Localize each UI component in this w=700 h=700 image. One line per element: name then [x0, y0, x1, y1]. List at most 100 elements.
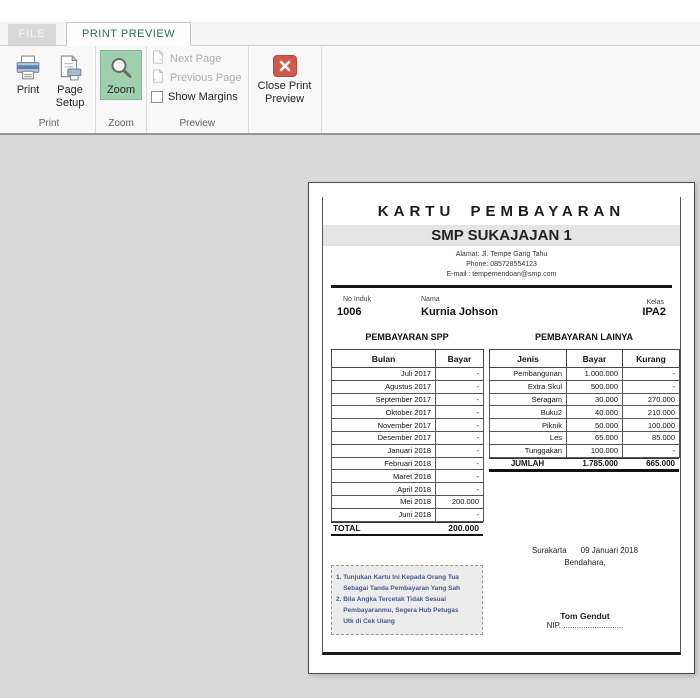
note-line: Utk di Cek Ulang	[336, 618, 395, 625]
table-cell: -	[622, 367, 680, 381]
titlebar	[0, 0, 700, 22]
school-contacts: Alamat: Jl. Tempe Gang Tahu Phone: 08572…	[323, 250, 680, 280]
table-cell: Mei 2018	[331, 494, 436, 509]
school-name: SMP SUKAJAJAN 1	[323, 225, 680, 246]
table-cell: Juni 2018	[331, 507, 436, 522]
section-lainya: PEMBAYARAN LAINYA	[534, 332, 634, 342]
table-cell: 50.000	[566, 418, 623, 432]
zoom-button[interactable]: Zoom	[100, 50, 142, 100]
table-row: Piknik 50.000 100.000	[489, 418, 680, 432]
tab-print-preview[interactable]: PRINT PREVIEW	[66, 22, 192, 46]
table-row: Les 65.000 85.000	[489, 430, 680, 445]
preview-group-label: Preview	[179, 118, 216, 129]
ribbon-tab-bar: FILE PRINT PREVIEW	[0, 22, 700, 46]
table-row: September 2017-	[331, 392, 484, 407]
table-cell: September 2017	[331, 392, 436, 407]
table-cell: 100.000	[622, 418, 680, 432]
table-cell: Maret 2018	[331, 469, 436, 484]
section-spp: PEMBAYARAN SPP	[365, 332, 449, 342]
close-print-preview-button[interactable]: Close Print Preview	[253, 50, 317, 109]
ribbon-group-close: Close Print Preview	[249, 46, 322, 133]
table-row: Maret 2018-	[331, 469, 484, 484]
note-line: 2. Bila Angka Tercetak Tidak Sesuai	[336, 596, 447, 603]
signature-block: Surakarta 09 Januari 2018 Bendahara, Tom …	[495, 546, 675, 630]
next-page-button[interactable]: Next Page	[151, 49, 242, 67]
no-induk-value: 1006	[337, 306, 362, 318]
print-preview-surface[interactable]: KARTU PEMBAYARAN SMP SUKAJAJAN 1 Alamat:…	[0, 134, 700, 698]
table-cell: -	[435, 507, 484, 522]
jumlah-kurang: 665.000	[646, 459, 675, 469]
table-cell: Februari 2018	[331, 456, 436, 471]
spp-total-value: 200.000	[448, 523, 479, 534]
table-row: Seragam 30.000 270.000	[489, 392, 680, 407]
show-margins-checkbox[interactable]	[151, 90, 163, 103]
ribbon-group-preview: Next Page Previous Page Show Margins Pre…	[147, 46, 249, 133]
table-cell: Extra Skul	[489, 379, 567, 394]
table-row: Juli 2017-	[331, 367, 484, 381]
print-group-content: Print Page Setup	[3, 46, 95, 117]
table-row: November 2017-	[331, 418, 484, 432]
tab-file[interactable]: FILE	[8, 24, 56, 45]
table-cell: 1.000.000	[566, 367, 623, 381]
table-cell: -	[435, 379, 484, 394]
table-row: Desember 2017-	[331, 430, 484, 445]
document-title: KARTU PEMBAYARAN	[377, 203, 626, 220]
next-page-icon	[151, 49, 165, 67]
close-print-preview-label: Close Print Preview	[257, 80, 312, 105]
signature-city: Surakarta	[531, 546, 567, 555]
payment-card: KARTU PEMBAYARAN SMP SUKAJAJAN 1 Alamat:…	[322, 197, 681, 655]
signature-nip: NIP. ...........................	[546, 621, 624, 630]
table-cell: Desember 2017	[331, 430, 436, 445]
previous-page-button[interactable]: Previous Page	[151, 68, 242, 86]
table-cell: Les	[489, 430, 567, 445]
print-button[interactable]: Print	[7, 50, 49, 100]
show-margins-label: Show Margins	[168, 90, 238, 103]
table-row: Februari 2018-	[331, 456, 484, 471]
preview-group-content: Next Page Previous Page Show Margins	[147, 46, 248, 117]
school-email: E-mail : tempemendoan@smp.com	[446, 271, 557, 278]
close-group-content: Close Print Preview	[249, 46, 321, 117]
table-cell: -	[435, 469, 484, 484]
zoom-group-label: Zoom	[108, 118, 134, 129]
no-induk-label: No Induk	[343, 296, 372, 303]
table-row: Pembangunan 1.000.000-	[489, 367, 680, 381]
magnifier-icon	[108, 55, 134, 81]
print-group-label: Print	[38, 118, 60, 129]
table-cell: Oktober 2017	[331, 405, 436, 420]
spp-header-bayar: Bayar	[435, 349, 484, 368]
zoom-button-label: Zoom	[106, 84, 136, 96]
previous-page-icon	[151, 68, 165, 86]
lainya-header-kurang: Kurang	[622, 349, 680, 368]
lainya-jumlah-row: JUMLAH 1.785.000 665.000	[489, 457, 679, 472]
document-page[interactable]: KARTU PEMBAYARAN SMP SUKAJAJAN 1 Alamat:…	[308, 182, 695, 674]
printer-icon	[15, 55, 41, 81]
page-setup-button[interactable]: Page Setup	[49, 50, 91, 113]
table-cell: Piknik	[489, 418, 567, 432]
table-cell: -	[435, 367, 484, 381]
next-page-label: Next Page	[170, 52, 222, 65]
table-cell: Januari 2018	[331, 443, 436, 458]
table-row: Mei 2018 200.000	[331, 494, 484, 509]
table-cell: -	[435, 430, 484, 445]
table-cell: 500.000	[566, 379, 623, 394]
print-button-label: Print	[16, 84, 40, 96]
previous-page-label: Previous Page	[170, 71, 242, 84]
table-row: Agustus 2017-	[331, 379, 484, 394]
school-phone: Phone: 085728554123	[466, 261, 537, 268]
table-cell: -	[435, 418, 484, 432]
lainya-header-bayar: Bayar	[566, 349, 623, 368]
table-cell: 210.000	[622, 405, 680, 420]
kelas-value: IPA2	[642, 306, 666, 318]
table-cell: 100.000	[566, 443, 623, 458]
spp-header-bulan: Bulan	[331, 349, 436, 368]
table-cell: 200.000	[435, 494, 484, 509]
table-row: Juni 2018-	[331, 507, 484, 522]
school-address: Alamat: Jl. Tempe Gang Tahu	[455, 251, 548, 258]
table-cell: Pembangunan	[489, 367, 567, 381]
page-setup-button-label: Page Setup	[55, 84, 85, 109]
table-cell: November 2017	[331, 418, 436, 432]
table-cell: 85.000	[622, 430, 680, 445]
show-margins-toggle[interactable]: Show Margins	[151, 88, 242, 105]
table-row: Tunggakan 100.000-	[489, 443, 680, 458]
signature-role: Bendahara,	[564, 558, 606, 567]
